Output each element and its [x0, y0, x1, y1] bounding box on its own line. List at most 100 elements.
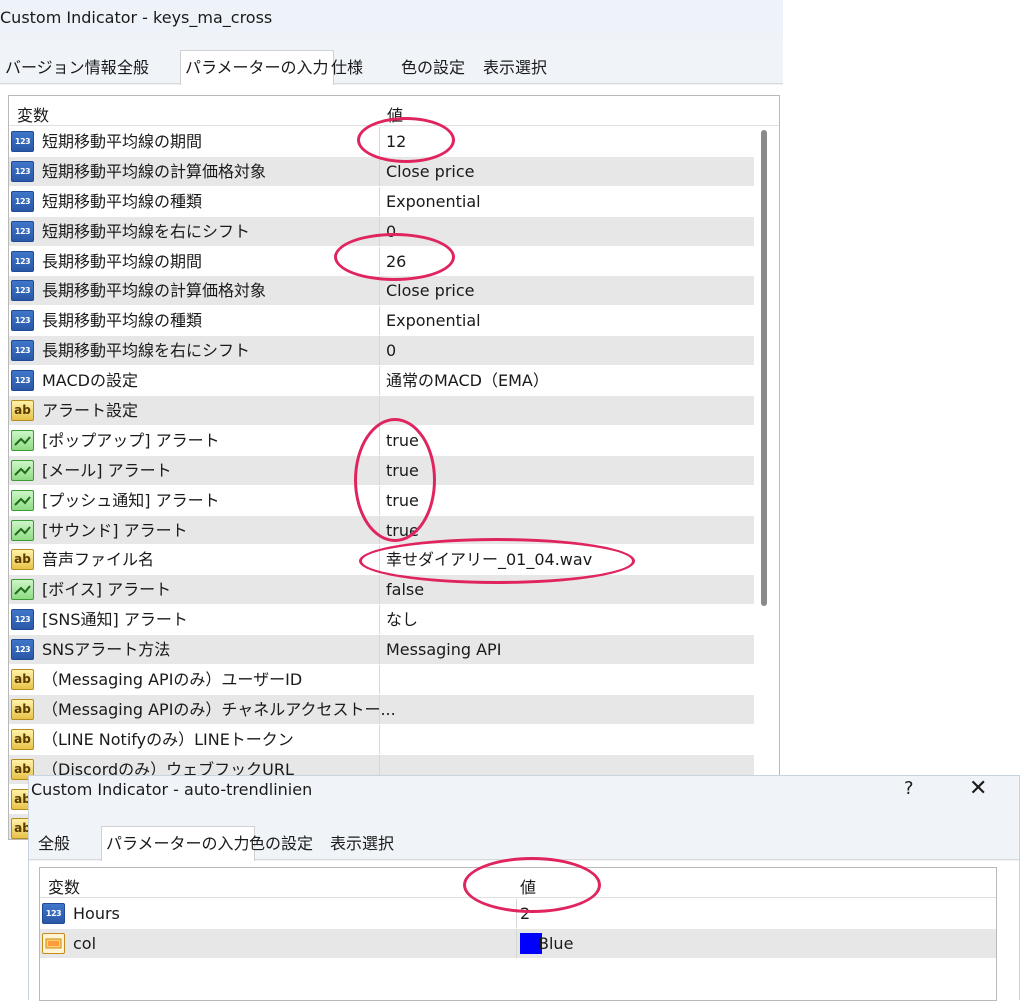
column-divider: [379, 724, 380, 754]
parameter-value[interactable]: Exponential: [386, 310, 481, 332]
number-icon: 123: [11, 160, 34, 182]
table-row[interactable]: [ポップアップ] アラート true: [9, 425, 754, 456]
string-icon: ab: [11, 549, 34, 571]
table-row[interactable]: 123 [SNS通知] アラート なし: [9, 605, 754, 636]
tab-panel: 変数 値 123 Hours 2 col Blue: [29, 861, 1019, 1001]
tab-bar: バージョン情報 全般 パラメーターの入力 仕様 色の設定 表示選択: [0, 50, 783, 85]
parameter-rows: 123 短期移動平均線の期間 12 123 短期移動平均線の計算価格対象 Close pr…: [9, 127, 754, 839]
help-button[interactable]: ?: [904, 778, 914, 799]
tab-version-info[interactable]: バージョン情報: [0, 50, 122, 82]
column-header-value[interactable]: 値: [520, 874, 536, 898]
column-header-variable[interactable]: 変数: [48, 874, 80, 898]
table-row[interactable]: 123 短期移動平均線の計算価格対象 Close price: [9, 156, 754, 187]
bool-icon: [11, 429, 34, 451]
table-row[interactable]: 123 SNSアラート方法 Messaging API: [9, 635, 754, 666]
tab-display-selection[interactable]: 表示選択: [325, 826, 399, 858]
parameter-name: 長期移動平均線の種類: [42, 311, 203, 331]
parameter-value[interactable]: Close price: [386, 161, 475, 183]
indicator-dialog-keys-ma-cross: Custom Indicator - keys_ma_cross バージョン情報…: [0, 0, 783, 840]
table-row[interactable]: 123 長期移動平均線の計算価格対象 Close price: [9, 276, 754, 307]
close-button[interactable]: ✕: [969, 776, 987, 801]
table-row[interactable]: 123 短期移動平均線の種類 Exponential: [9, 186, 754, 217]
table-row[interactable]: ab アラート設定: [9, 396, 754, 426]
number-icon: 123: [11, 220, 34, 242]
parameter-value[interactable]: Exponential: [386, 191, 481, 213]
table-row[interactable]: ab （Messaging APIのみ）チャネルアクセストー...: [9, 694, 754, 725]
column-divider: [379, 156, 380, 186]
parameter-value[interactable]: 0: [386, 340, 396, 362]
parameter-name: （Messaging APIのみ）ユーザーID: [42, 670, 303, 690]
column-divider: [379, 336, 380, 366]
column-divider: [379, 425, 380, 455]
column-divider: [379, 246, 380, 276]
tab-general[interactable]: 全般: [112, 50, 154, 82]
table-row[interactable]: 123 MACDの設定 通常のMACD（EMA）: [9, 366, 754, 397]
table-row[interactable]: [ボイス] アラート false: [9, 575, 754, 606]
parameter-value[interactable]: 26: [386, 251, 406, 273]
parameter-value[interactable]: 0: [386, 221, 396, 243]
column-divider: [379, 127, 380, 156]
tab-bar: 全般 パラメーターの入力 色の設定 表示選択: [29, 826, 1019, 861]
parameter-name: col: [73, 933, 97, 953]
tab-general[interactable]: 全般: [33, 826, 75, 858]
parameter-name: SNSアラート方法: [42, 640, 171, 660]
string-icon: ab: [11, 698, 34, 720]
table-row[interactable]: [サウンド] アラート true: [9, 515, 754, 546]
table-row[interactable]: 123 長期移動平均線の期間 26: [9, 246, 754, 277]
parameter-value[interactable]: Close price: [386, 280, 475, 302]
parameter-value[interactable]: true: [386, 520, 419, 542]
table-row[interactable]: 123 長期移動平均線を右にシフト 0: [9, 336, 754, 367]
vertical-scrollbar[interactable]: [761, 130, 767, 606]
tab-colors[interactable]: 色の設定: [396, 50, 470, 82]
parameter-name: [ポップアップ] アラート: [42, 430, 220, 450]
table-row[interactable]: [プッシュ通知] アラート true: [9, 485, 754, 516]
column-header-variable[interactable]: 変数: [17, 102, 49, 126]
number-icon: 123: [11, 370, 34, 392]
table-row[interactable]: 123 短期移動平均線を右にシフト 0: [9, 216, 754, 247]
parameter-value[interactable]: 幸せダイアリー_01_04.wav: [386, 549, 592, 571]
column-divider: [379, 306, 380, 336]
tab-input-parameters[interactable]: パラメーターの入力: [180, 50, 334, 85]
column-divider: [379, 455, 380, 485]
parameter-value[interactable]: 2: [520, 903, 530, 925]
parameter-value[interactable]: なし: [386, 609, 418, 631]
tab-specification[interactable]: 仕様: [326, 50, 368, 82]
number-icon: 123: [11, 250, 34, 272]
table-row[interactable]: ab （Messaging APIのみ）ユーザーID: [9, 665, 754, 695]
table-row[interactable]: [メール] アラート true: [9, 455, 754, 486]
parameter-value[interactable]: Blue: [538, 933, 573, 955]
table-row[interactable]: 123 短期移動平均線の期間 12: [9, 127, 754, 157]
column-divider: [379, 545, 380, 575]
parameter-value[interactable]: 通常のMACD（EMA）: [386, 370, 549, 392]
parameter-name: アラート設定: [42, 401, 139, 421]
bool-icon: [11, 489, 34, 511]
parameter-value[interactable]: false: [386, 579, 424, 601]
number-icon: 123: [11, 131, 34, 152]
tab-input-parameters[interactable]: パラメーターの入力: [101, 826, 255, 861]
table-row[interactable]: 123 Hours 2: [40, 899, 996, 929]
parameter-value[interactable]: true: [386, 460, 419, 482]
column-divider: [516, 899, 517, 928]
parameter-grid: 変数 値 123 Hours 2 col Blue: [39, 867, 997, 1001]
tab-colors[interactable]: 色の設定: [244, 826, 318, 858]
column-divider: [379, 575, 380, 605]
parameter-value[interactable]: true: [386, 490, 419, 512]
parameter-rows: 123 Hours 2 col Blue: [40, 899, 996, 959]
column-header-value[interactable]: 値: [387, 102, 403, 126]
parameter-name: [SNS通知] アラート: [42, 610, 188, 630]
number-icon: 123: [11, 609, 34, 631]
number-icon: 123: [11, 280, 34, 302]
tab-display-selection[interactable]: 表示選択: [478, 50, 552, 82]
table-row[interactable]: ab （LINE Notifyのみ）LINEトークン: [9, 724, 754, 755]
parameter-name: （LINE Notifyのみ）LINEトークン: [42, 729, 294, 749]
number-icon: 123: [11, 340, 34, 362]
table-row[interactable]: 123 長期移動平均線の種類 Exponential: [9, 306, 754, 337]
number-icon: 123: [11, 639, 34, 661]
parameter-value[interactable]: 12: [386, 131, 406, 153]
parameter-name: [ボイス] アラート: [42, 580, 172, 600]
parameter-value[interactable]: true: [386, 430, 419, 452]
grid-header: 変数 値: [40, 868, 996, 898]
table-row[interactable]: col Blue: [40, 928, 996, 959]
table-row[interactable]: ab 音声ファイル名 幸せダイアリー_01_04.wav: [9, 545, 754, 576]
parameter-value[interactable]: Messaging API: [386, 639, 501, 661]
